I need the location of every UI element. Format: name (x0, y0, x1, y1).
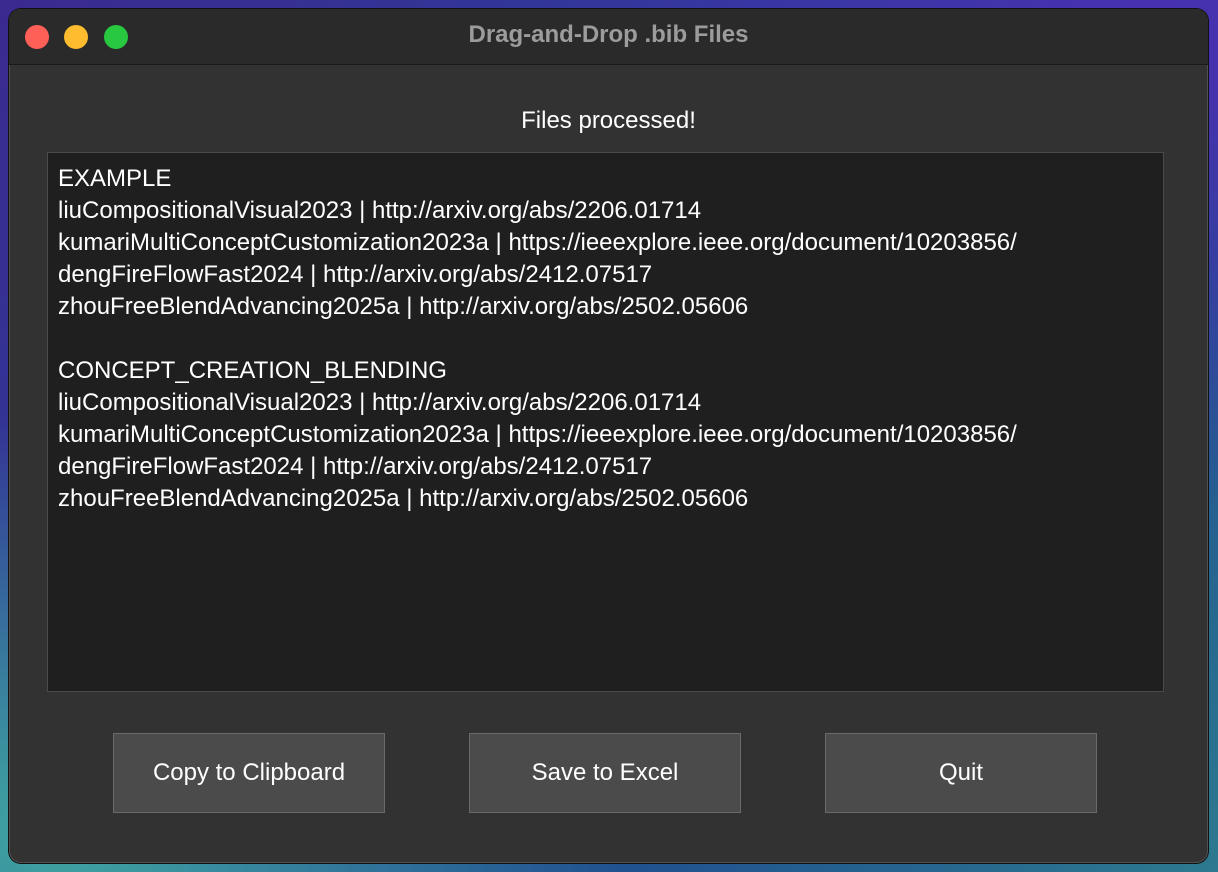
output-line: zhouFreeBlendAdvancing2025a | http://arx… (58, 293, 749, 320)
output-line: CONCEPT_CREATION_BLENDING (58, 357, 447, 384)
window-title: Drag-and-Drop .bib Files (468, 21, 749, 48)
copy-to-clipboard-button[interactable]: Copy to Clipboard (113, 733, 385, 813)
output-line: zhouFreeBlendAdvancing2025a | http://arx… (58, 485, 749, 512)
output-line: liuCompositionalVisual2023 | http://arxi… (58, 389, 702, 416)
title-bar: Drag-and-Drop .bib Files (9, 9, 1208, 65)
output-line: liuCompositionalVisual2023 | http://arxi… (58, 197, 702, 224)
quit-button[interactable]: Quit (825, 733, 1097, 813)
output-text-area[interactable]: EXAMPLE liuCompositionalVisual2023 | htt… (47, 152, 1164, 692)
output-line: dengFireFlowFast2024 | http://arxiv.org/… (58, 261, 653, 288)
status-label: Files processed! (521, 107, 696, 134)
output-line: EXAMPLE (58, 165, 172, 192)
save-to-excel-button[interactable]: Save to Excel (469, 733, 741, 813)
app-window: Drag-and-Drop .bib Files Files processed… (9, 9, 1208, 863)
output-line: kumariMultiConceptCustomization2023a | h… (58, 229, 1017, 256)
output-line: dengFireFlowFast2024 | http://arxiv.org/… (58, 453, 653, 480)
output-line: kumariMultiConceptCustomization2023a | h… (58, 421, 1017, 448)
